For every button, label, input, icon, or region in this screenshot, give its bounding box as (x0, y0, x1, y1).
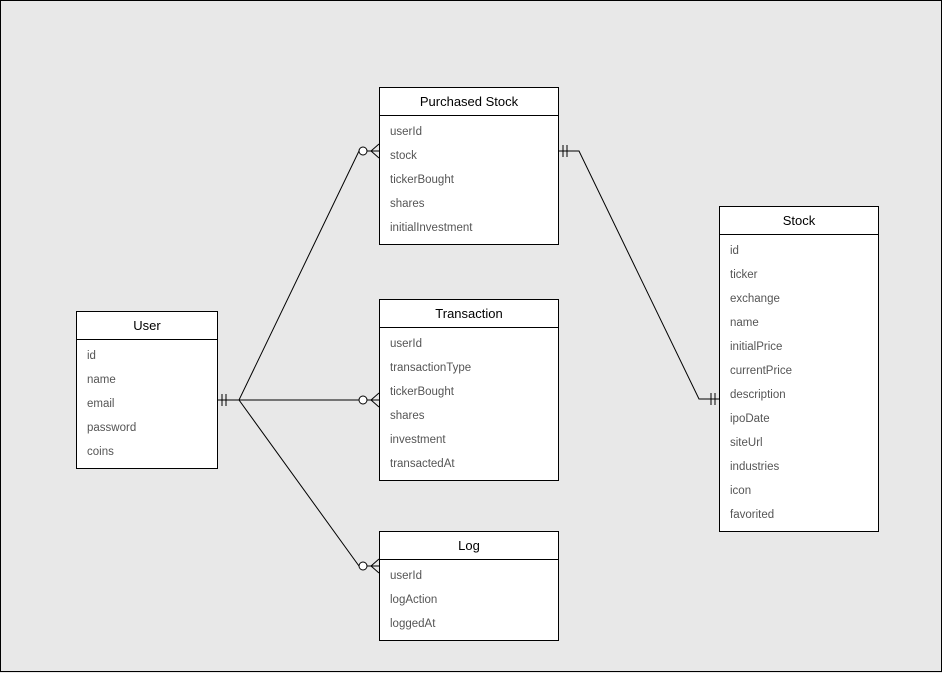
attr: ticker (720, 263, 878, 287)
entity-log: Log userId logAction loggedAt (379, 531, 559, 641)
attr: shares (380, 404, 558, 428)
attr: investment (380, 428, 558, 452)
attr: shares (380, 192, 558, 216)
entity-transaction-body: userId transactionType tickerBought shar… (380, 328, 558, 480)
attr: siteUrl (720, 431, 878, 455)
attr: email (77, 392, 217, 416)
attr: logAction (380, 588, 558, 612)
attr: transactionType (380, 356, 558, 380)
attr: name (77, 368, 217, 392)
attr: userId (380, 332, 558, 356)
attr: icon (720, 479, 878, 503)
attr: exchange (720, 287, 878, 311)
attr: description (720, 383, 878, 407)
attr: id (720, 239, 878, 263)
attr: currentPrice (720, 359, 878, 383)
attr: tickerBought (380, 380, 558, 404)
entity-purchased-stock-body: userId stock tickerBought shares initial… (380, 116, 558, 244)
entity-stock-title: Stock (720, 207, 878, 235)
attr: password (77, 416, 217, 440)
attr: initialPrice (720, 335, 878, 359)
attr: tickerBought (380, 168, 558, 192)
attr: favorited (720, 503, 878, 527)
entity-purchased-stock-title: Purchased Stock (380, 88, 558, 116)
entity-stock: Stock id ticker exchange name initialPri… (719, 206, 879, 532)
attr: initialInvestment (380, 216, 558, 240)
attr: industries (720, 455, 878, 479)
attr: userId (380, 564, 558, 588)
entity-user-title: User (77, 312, 217, 340)
attr: name (720, 311, 878, 335)
attr: stock (380, 144, 558, 168)
entity-stock-body: id ticker exchange name initialPrice cur… (720, 235, 878, 531)
attr: transactedAt (380, 452, 558, 476)
attr: loggedAt (380, 612, 558, 636)
entity-log-body: userId logAction loggedAt (380, 560, 558, 640)
entity-log-title: Log (380, 532, 558, 560)
attr: coins (77, 440, 217, 464)
entity-user-body: id name email password coins (77, 340, 217, 468)
entity-transaction-title: Transaction (380, 300, 558, 328)
entity-user: User id name email password coins (76, 311, 218, 469)
attr: id (77, 344, 217, 368)
attr: userId (380, 120, 558, 144)
entity-transaction: Transaction userId transactionType ticke… (379, 299, 559, 481)
attr: ipoDate (720, 407, 878, 431)
entity-purchased-stock: Purchased Stock userId stock tickerBough… (379, 87, 559, 245)
